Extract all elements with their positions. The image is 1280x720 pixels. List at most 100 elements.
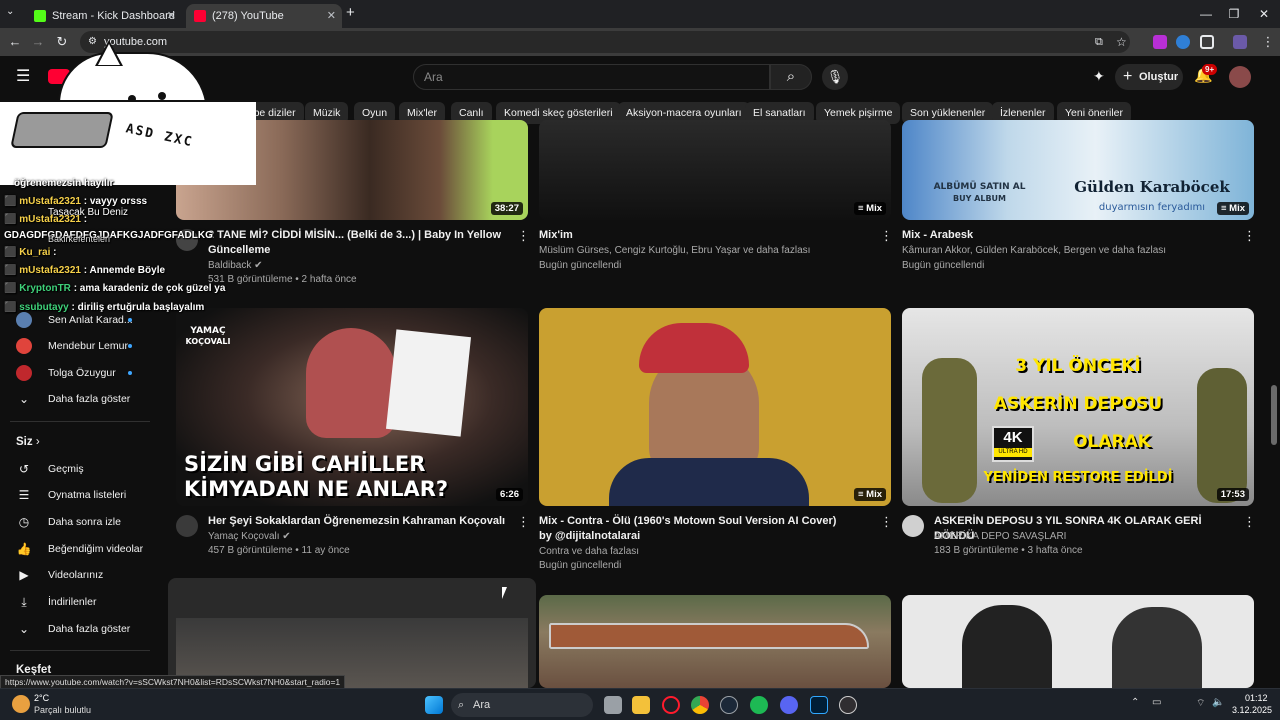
more-actions-icon[interactable]: ⋮ <box>517 514 530 530</box>
sidebar-item-history[interactable]: ↺ Geçmiş <box>0 456 160 482</box>
channel-name[interactable]: AMERİKA DEPO SAVAŞLARI <box>934 529 1066 544</box>
thumbnail-paper <box>385 329 472 437</box>
maximize-icon[interactable]: ❐ <box>1218 0 1250 28</box>
close-window-icon[interactable]: ✕ <box>1248 0 1280 28</box>
video-title[interactable]: Her Şeyi Sokaklardan Öğrenemezsin Kahram… <box>208 514 508 529</box>
start-windows-icon[interactable] <box>425 696 443 714</box>
extension-icon[interactable] <box>1176 35 1190 49</box>
gemini-icon[interactable]: ✦ <box>1093 68 1105 85</box>
chevron-down-icon: ⌄ <box>18 392 30 406</box>
video-title[interactable]: Mix'im <box>539 228 859 243</box>
sidebar-item-watch-later[interactable]: ◷ Daha sonra izle <box>0 509 160 535</box>
close-tab-icon[interactable]: ✕ <box>167 4 176 28</box>
steam-icon[interactable] <box>720 696 738 714</box>
video-title[interactable]: Mix - Arabesk <box>902 228 1222 243</box>
browser-menu-icon[interactable]: ⋮ <box>1258 32 1278 52</box>
channel-avatar[interactable] <box>176 515 198 537</box>
chat-text: : ama karadeniz de çok güzel ya <box>73 283 226 294</box>
discord-icon[interactable] <box>780 696 798 714</box>
chat-text: : <box>53 247 57 258</box>
sidebar-item-label: İndirilenler <box>48 596 97 608</box>
channel-name[interactable]: Kâmuran Akkor, Gülden Karaböcek, Bergen … <box>902 243 1166 258</box>
video-title[interactable]: Mix - Contra - Ölü (1960's Motown Soul V… <box>539 514 839 544</box>
chat-message: ⬛ Ku_rai : <box>4 247 56 258</box>
sidebar-item-your-videos[interactable]: ▶ Videolarınız <box>0 562 160 588</box>
obs-icon[interactable] <box>839 696 857 714</box>
video-meta: 183 B görüntüleme • 3 hafta önce <box>934 545 1083 556</box>
video-thumbnail[interactable]: YAMAÇ KOÇOVALI SİZİN GİBİ CAHİLLER KİMYA… <box>176 308 528 506</box>
install-app-icon[interactable]: ⧉ <box>1095 31 1103 53</box>
more-actions-icon[interactable]: ⋮ <box>1243 228 1256 244</box>
video-thumbnail[interactable]: 3 YIL ÖNCEKİ ASKERİN DEPOSU 4K ULTRA HD … <box>902 308 1254 506</box>
playlist-icon: ☰ <box>18 488 30 502</box>
sidebar-subscription[interactable]: Mendebur Lemur <box>0 333 160 359</box>
extension-icon[interactable] <box>1153 35 1167 49</box>
page-scrollbar[interactable] <box>1271 385 1277 445</box>
channel-name[interactable]: Contra ve daha fazlası <box>539 544 639 559</box>
create-button[interactable]: + Oluştur <box>1115 64 1183 90</box>
thumbnail-text: ASKERİN DEPOSU <box>993 394 1163 414</box>
close-tab-icon[interactable]: ✕ <box>327 4 336 28</box>
spotify-icon[interactable] <box>750 696 768 714</box>
channel-name[interactable]: Yamaç Koçovalı ✔ <box>208 529 291 544</box>
wifi-icon[interactable]: ⌔ <box>1196 697 1205 710</box>
voice-search-icon[interactable]: 🎙 <box>822 64 848 90</box>
volume-icon[interactable]: 🔈 <box>1212 697 1224 708</box>
weather-desc: Parçalı bulutlu <box>34 705 92 715</box>
search-button[interactable]: ⌕ <box>770 64 812 90</box>
sidebar-item-liked-videos[interactable]: 👍 Beğendiğim videolar <box>0 536 160 562</box>
more-actions-icon[interactable]: ⋮ <box>880 228 893 244</box>
tab-youtube[interactable]: (278) YouTube ✕ <box>186 4 342 28</box>
weather-icon[interactable] <box>12 695 30 713</box>
sidebar-item-downloads[interactable]: ⤓ İndirilenler <box>0 589 160 615</box>
video-thumbnail[interactable]: ≡ Mix <box>539 308 891 506</box>
create-label: Oluştur <box>1139 71 1179 83</box>
show-hidden-icons[interactable]: ⌃ <box>1131 697 1139 708</box>
show-more-you[interactable]: ⌄ Daha fazla göster <box>0 616 160 642</box>
extensions-puzzle-icon[interactable] <box>1200 35 1214 49</box>
network-icon[interactable]: ▭ <box>1152 697 1161 708</box>
taskbar-search[interactable]: ⌕ Ara <box>451 693 593 717</box>
video-thumbnail[interactable]: ≡ Mix <box>539 120 891 220</box>
chat-badge-icon: ⬛ <box>4 283 17 294</box>
thumbnail-suit <box>609 458 809 506</box>
chrome-icon[interactable] <box>691 696 709 714</box>
search-input[interactable]: Ara <box>413 64 770 90</box>
tab-kick-dashboard[interactable]: Stream - Kick Dashboard ✕ <box>26 4 182 28</box>
more-actions-icon[interactable]: ⋮ <box>880 514 893 530</box>
channel-avatar[interactable] <box>902 515 924 537</box>
chat-badge-icon: ⬛ <box>4 247 17 258</box>
sidebar-subscription[interactable]: Tolga Özuygur <box>0 360 160 386</box>
bookmark-star-icon[interactable]: ☆ <box>1116 31 1127 53</box>
clock-date[interactable]: 3.12.2025 <box>1232 705 1272 715</box>
thumbnail-text: KİMYADAN NE ANLAR? <box>184 477 449 501</box>
sidebar-section-you[interactable]: Siz › <box>0 429 160 455</box>
sidebar-item-label: Daha fazla göster <box>48 623 131 635</box>
task-view-icon[interactable] <box>604 696 622 714</box>
video-meta: Bugün güncellendi <box>539 260 622 271</box>
profile-icon[interactable] <box>1233 35 1247 49</box>
tab-list-button[interactable]: ⌄ <box>6 6 14 17</box>
weather-temp[interactable]: 2°C <box>34 693 49 703</box>
file-explorer-icon[interactable] <box>632 696 650 714</box>
chat-message: ⬛ mUstafa2321 : vayyy orsss <box>4 196 147 207</box>
video-thumbnail[interactable]: ALBÜMÜ SATIN AL BUY ALBUM Gülden Karaböc… <box>902 120 1254 220</box>
channel-name[interactable]: Müslüm Gürses, Cengiz Kurtoğlu, Ebru Yaş… <box>539 243 810 258</box>
sidebar-item-label: Sen Anlat Karad... <box>48 314 133 326</box>
more-actions-icon[interactable]: ⋮ <box>517 228 530 244</box>
new-tab-button[interactable]: + <box>346 4 355 21</box>
tab-title: (278) YouTube <box>212 10 284 22</box>
mix-icon: ≡ <box>857 203 867 214</box>
sidebar-item-playlists[interactable]: ☰ Oynatma listeleri <box>0 482 160 508</box>
show-more-subscriptions[interactable]: ⌄ Daha fazla göster <box>0 386 160 412</box>
video-thumbnail[interactable] <box>168 578 536 688</box>
video-thumbnail[interactable] <box>902 595 1254 688</box>
taskbar-search-label: Ara <box>473 699 491 711</box>
clock-time[interactable]: 01:12 <box>1245 693 1268 703</box>
opera-icon[interactable] <box>662 696 680 714</box>
more-actions-icon[interactable]: ⋮ <box>1243 514 1256 530</box>
chat-text: : <box>83 214 88 225</box>
account-avatar[interactable] <box>1229 66 1251 88</box>
photoshop-icon[interactable] <box>810 696 828 714</box>
video-thumbnail[interactable] <box>539 595 891 688</box>
